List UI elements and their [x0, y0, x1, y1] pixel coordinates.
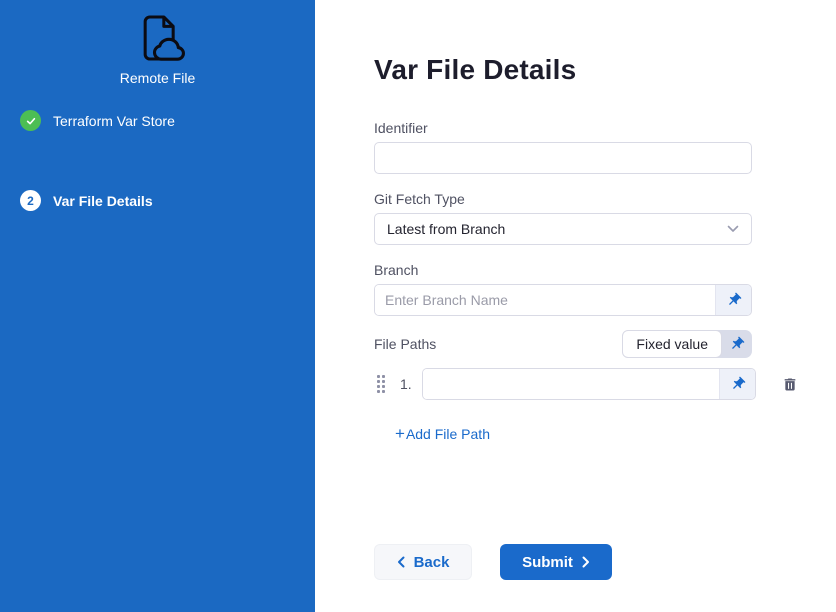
- git-fetch-type-value: Latest from Branch: [387, 221, 505, 237]
- drag-handle-icon[interactable]: [377, 375, 387, 393]
- back-button[interactable]: Back: [374, 544, 472, 580]
- submit-button-label: Submit: [522, 554, 573, 571]
- branch-input-wrap: [374, 284, 752, 316]
- page-title: Var File Details: [374, 54, 752, 86]
- step-completed-check-icon: [20, 110, 41, 131]
- file-path-row-index: 1.: [400, 376, 422, 392]
- file-paths-type-group: Fixed value: [622, 330, 752, 358]
- back-button-label: Back: [414, 554, 450, 571]
- step-label: Terraform Var Store: [53, 113, 175, 129]
- store-type-block: Remote File: [0, 10, 315, 86]
- git-fetch-type-select[interactable]: Latest from Branch: [374, 213, 752, 245]
- file-paths-label: File Paths: [374, 336, 436, 352]
- trash-icon: [782, 376, 798, 393]
- submit-button[interactable]: Submit: [500, 544, 612, 580]
- file-paths-runtime-pin-button[interactable]: [722, 330, 752, 358]
- identifier-input[interactable]: [374, 142, 752, 174]
- pin-icon: [726, 292, 742, 308]
- sidebar-step-terraform-var-store[interactable]: Terraform Var Store: [20, 110, 175, 131]
- plus-icon: +: [395, 424, 405, 444]
- step-label: Var File Details: [53, 193, 153, 209]
- file-path-runtime-pin-button[interactable]: [719, 369, 755, 399]
- remote-file-icon: [130, 10, 186, 66]
- sidebar-step-var-file-details[interactable]: 2 Var File Details: [20, 190, 153, 211]
- chevron-down-icon: [727, 225, 739, 233]
- delete-file-path-button[interactable]: [782, 376, 798, 393]
- var-file-details-panel: Var File Details Identifier Git Fetch Ty…: [315, 0, 836, 612]
- file-path-input[interactable]: [423, 369, 719, 399]
- branch-label: Branch: [374, 262, 752, 278]
- file-path-row: 1.: [374, 368, 798, 400]
- fixed-value-selector[interactable]: Fixed value: [622, 330, 722, 358]
- pin-icon: [730, 376, 746, 392]
- pin-icon: [729, 336, 745, 352]
- store-type-label: Remote File: [120, 70, 195, 86]
- add-file-path-button[interactable]: + Add File Path: [395, 424, 490, 444]
- git-fetch-type-label: Git Fetch Type: [374, 191, 752, 207]
- chevron-left-icon: [397, 556, 405, 568]
- branch-input[interactable]: [375, 285, 715, 315]
- wizard-sidebar: Remote File Terraform Var Store 2 Var Fi…: [0, 0, 315, 612]
- chevron-right-icon: [582, 556, 590, 568]
- identifier-label: Identifier: [374, 120, 752, 136]
- add-file-path-label: Add File Path: [406, 426, 490, 442]
- step-number-badge: 2: [20, 190, 41, 211]
- branch-runtime-pin-button[interactable]: [715, 285, 751, 315]
- file-path-input-wrap: [422, 368, 756, 400]
